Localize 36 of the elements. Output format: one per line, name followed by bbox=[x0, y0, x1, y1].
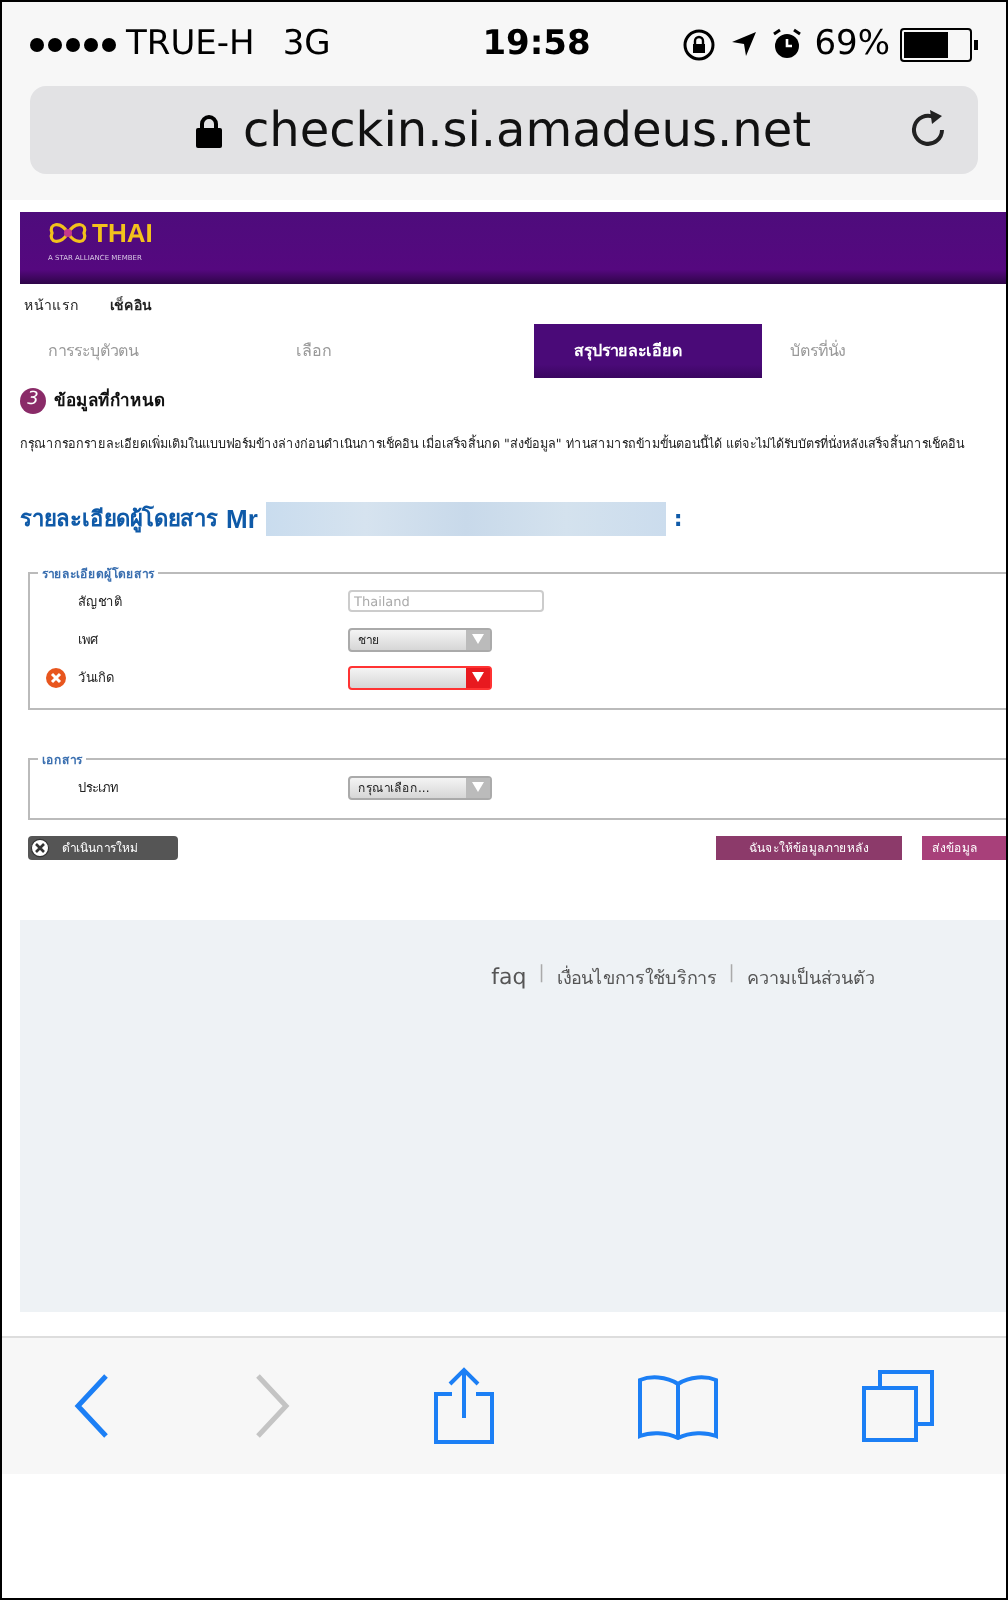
logo-text: THAI bbox=[92, 218, 153, 248]
separator: | bbox=[728, 964, 735, 988]
rotation-lock-icon bbox=[682, 27, 717, 61]
error-icon bbox=[46, 667, 66, 687]
orchid-logo-icon bbox=[48, 220, 88, 246]
signal-icon bbox=[30, 37, 116, 51]
passenger-title: Mr bbox=[226, 503, 258, 533]
network-label: 3G bbox=[282, 24, 331, 64]
tabs-button[interactable] bbox=[860, 1368, 936, 1444]
location-icon bbox=[730, 30, 759, 58]
step-number: 3 bbox=[20, 387, 46, 413]
bookmarks-button[interactable] bbox=[636, 1372, 720, 1440]
address-bar[interactable]: checkin.si.amadeus.net bbox=[30, 86, 978, 174]
reload-icon[interactable] bbox=[906, 108, 950, 152]
caret-icon bbox=[472, 634, 484, 644]
step-tab[interactable]: สรุปรายละเอียด bbox=[534, 324, 762, 378]
clock: 19:58 bbox=[480, 24, 591, 64]
share-button[interactable] bbox=[432, 1366, 496, 1446]
alarm-icon bbox=[772, 28, 803, 60]
heading-colon: : bbox=[673, 505, 683, 531]
footer-link[interactable]: faq bbox=[491, 964, 527, 1312]
caret-icon bbox=[472, 782, 484, 792]
back-button[interactable] bbox=[72, 1372, 112, 1440]
select-field[interactable] bbox=[348, 665, 492, 689]
caret-icon bbox=[472, 672, 484, 682]
url-text: checkin.si.amadeus.net bbox=[242, 102, 812, 158]
passenger-heading: รายละเอียดผู้โดยสาร bbox=[20, 503, 218, 536]
footer-link[interactable]: เงื่อนไขการใช้บริการ bbox=[556, 964, 717, 1312]
footer-link[interactable]: ความเป็นส่วนตัว bbox=[746, 964, 875, 1312]
section-title: ข้อมูลที่กำหนด bbox=[54, 386, 166, 414]
battery-percent: 69% bbox=[814, 24, 890, 64]
battery-icon bbox=[899, 27, 978, 61]
x-circle-icon bbox=[30, 838, 50, 858]
carrier-label: TRUE-H bbox=[126, 24, 255, 64]
separator: | bbox=[538, 964, 545, 988]
lock-icon bbox=[196, 113, 223, 147]
